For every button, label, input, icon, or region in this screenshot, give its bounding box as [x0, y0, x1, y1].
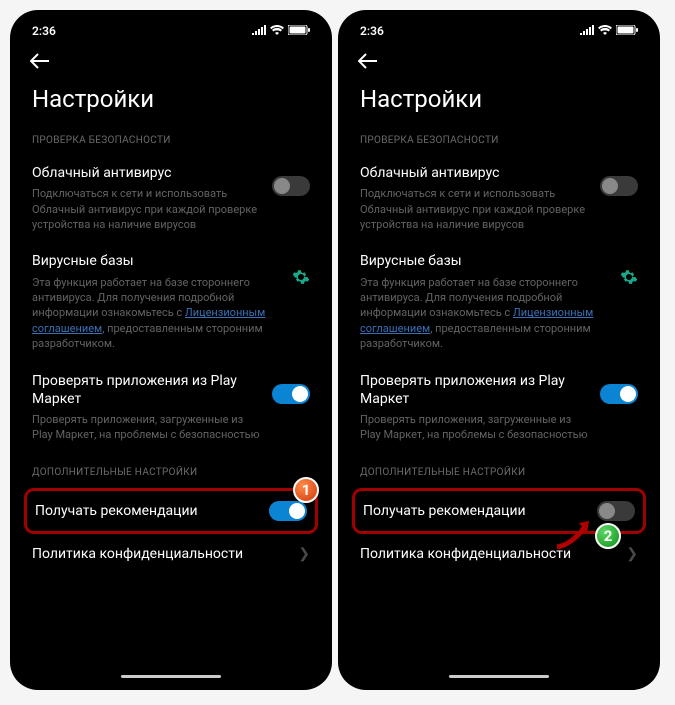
status-icons [252, 24, 310, 38]
battery-icon [288, 24, 310, 38]
recommendations-title: Получать рекомендации [363, 502, 585, 520]
status-time: 2:36 [360, 24, 384, 38]
screen-left: 2:36 Настройки ПРОВЕРКА БЕЗОПАСНОСТИ [16, 18, 326, 682]
play-check-title: Проверять приложения из Play Маркет [32, 372, 260, 408]
cloud-av-toggle[interactable] [600, 176, 638, 196]
wifi-icon [598, 24, 612, 38]
setting-virus-db[interactable]: Вирусные базы Эта функция работает на ба… [344, 244, 654, 363]
cloud-av-title: Облачный антивирус [360, 164, 588, 182]
highlight-recommendations: 1 Получать рекомендации [24, 488, 318, 534]
cloud-av-desc: Подключаться к сети и использовать Облач… [32, 186, 260, 232]
privacy-title: Политика конфиденциальности [32, 546, 243, 562]
annotation-badge-1: 1 [293, 477, 319, 503]
annotation-badge-2: 2 [595, 523, 621, 549]
setting-cloud-antivirus[interactable]: Облачный антивирус Подключаться к сети и… [16, 156, 326, 244]
cloud-av-title: Облачный антивирус [32, 164, 260, 182]
setting-recommendations[interactable]: Получать рекомендации [35, 497, 307, 525]
battery-icon [616, 24, 638, 38]
play-check-toggle[interactable] [600, 384, 638, 404]
recommendations-toggle-on[interactable] [269, 501, 307, 521]
play-check-desc: Проверять приложения, загруженные из Pla… [32, 412, 260, 443]
chevron-right-icon: ❯ [626, 546, 638, 562]
status-bar: 2:36 [344, 18, 654, 42]
signal-icon [252, 24, 266, 38]
home-indicator[interactable] [449, 675, 549, 678]
status-time: 2:36 [32, 24, 56, 38]
play-check-title: Проверять приложения из Play Маркет [360, 372, 588, 408]
virus-db-title: Вирусные базы [32, 252, 280, 270]
privacy-title: Политика конфиденциальности [360, 546, 571, 562]
screen-right: 2:36 Настройки ПРОВЕРКА БЕЗОПАСНОСТИ [344, 18, 654, 682]
section-security: ПРОВЕРКА БЕЗОПАСНОСТИ [16, 129, 326, 156]
setting-play-check[interactable]: Проверять приложения из Play Маркет Пров… [344, 364, 654, 455]
gear-icon[interactable] [620, 268, 638, 291]
setting-cloud-antivirus[interactable]: Облачный антивирус Подключаться к сети и… [344, 156, 654, 244]
phone-frame-left: 2:36 Настройки ПРОВЕРКА БЕЗОПАСНОСТИ [10, 10, 332, 690]
annotation-arrow-icon [553, 517, 597, 557]
virus-db-desc: Эта функция работает на базе стороннего … [360, 275, 608, 352]
wifi-icon [270, 24, 284, 38]
setting-virus-db[interactable]: Вирусные базы Эта функция работает на ба… [16, 244, 326, 363]
page-title: Настройки [16, 79, 326, 129]
highlight-recommendations: Получать рекомендации 2 [352, 488, 646, 534]
gear-icon[interactable] [292, 268, 310, 291]
virus-db-desc: Эта функция работает на базе стороннего … [32, 275, 280, 352]
cloud-av-desc: Подключаться к сети и использовать Облач… [360, 186, 588, 232]
nav-privacy[interactable]: Политика конфиденциальности ❯ [16, 534, 326, 574]
setting-play-check[interactable]: Проверять приложения из Play Маркет Пров… [16, 364, 326, 455]
recommendations-toggle-off[interactable] [597, 501, 635, 521]
play-check-desc: Проверять приложения, загруженные из Pla… [360, 412, 588, 443]
status-icons [580, 24, 638, 38]
recommendations-title: Получать рекомендации [35, 502, 257, 520]
back-icon[interactable] [358, 50, 378, 74]
phone-frame-right: 2:36 Настройки ПРОВЕРКА БЕЗОПАСНОСТИ [338, 10, 660, 690]
play-check-toggle[interactable] [272, 384, 310, 404]
cloud-av-toggle[interactable] [272, 176, 310, 196]
home-indicator[interactable] [121, 675, 221, 678]
status-bar: 2:36 [16, 18, 326, 42]
signal-icon [580, 24, 594, 38]
section-additional: ДОПОЛНИТЕЛЬНЫЕ НАСТРОЙКИ [16, 461, 326, 488]
chevron-right-icon: ❯ [298, 546, 310, 562]
virus-db-title: Вирусные базы [360, 252, 608, 270]
back-icon[interactable] [30, 50, 50, 74]
page-title: Настройки [344, 79, 654, 129]
back-row [344, 42, 654, 79]
section-security: ПРОВЕРКА БЕЗОПАСНОСТИ [344, 129, 654, 156]
back-row [16, 42, 326, 79]
section-additional: ДОПОЛНИТЕЛЬНЫЕ НАСТРОЙКИ [344, 461, 654, 488]
